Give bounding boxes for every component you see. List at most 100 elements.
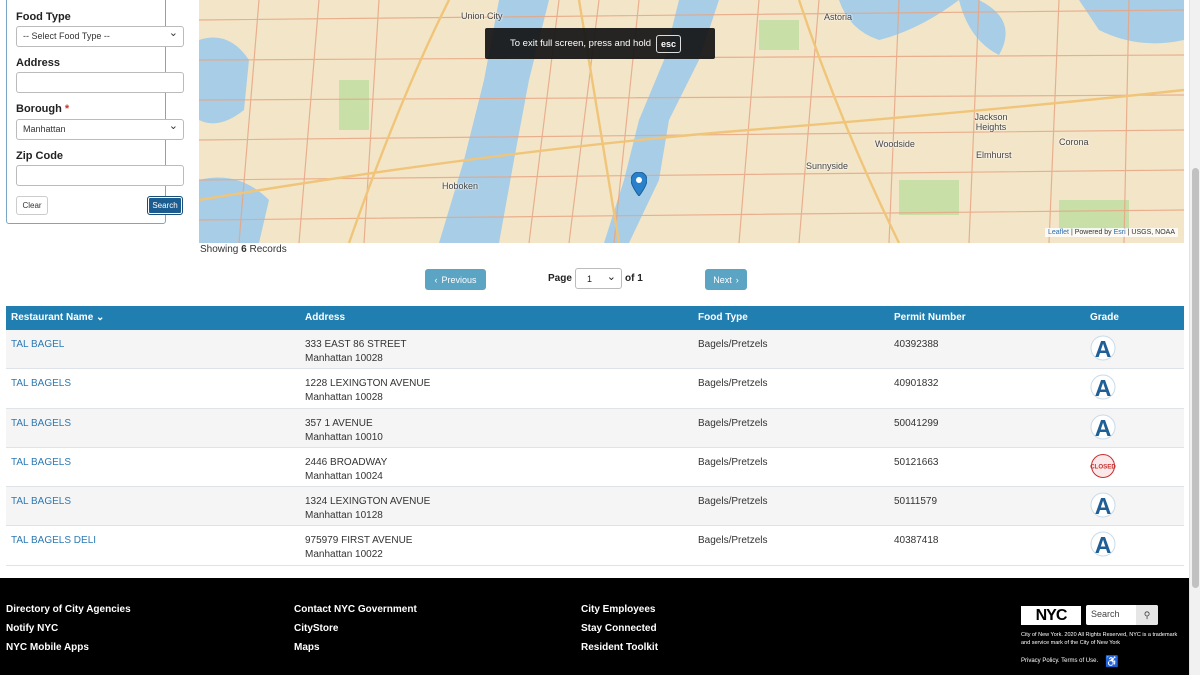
zip-code-input[interactable] [16,165,184,186]
food-type-cell: Bagels/Pretzels [698,417,768,429]
leaflet-link[interactable]: Leaflet [1048,229,1069,236]
clear-button[interactable]: Clear [16,196,48,215]
borough-label: Borough * [16,103,69,115]
food-type-label: Food Type [16,11,71,23]
map-marker-icon[interactable] [631,172,647,196]
address-cell: 357 1 AVENUE Manhattan 10010 [305,417,383,445]
search-panel: Food Type -- Select Food Type -- Address… [6,0,184,224]
copyright-text: City of New York. 2020 All Rights Reserv… [1021,632,1178,646]
table-row: TAL BAGELS DELI 975979 FIRST AVENUE Manhat… [6,526,1184,566]
footer-link-mobile-apps[interactable]: NYC Mobile Apps [6,642,89,653]
grade-closed-text: CLOSED [1090,463,1116,470]
search-icon[interactable]: ⚲ [1136,605,1158,625]
restaurant-name-link[interactable]: TAL BAGELS DELI [11,534,96,548]
restaurant-name-link[interactable]: TAL BAGELS [11,377,71,391]
scrollbar-thumb[interactable] [1192,168,1199,588]
grade-letter: A [1095,375,1112,400]
restaurant-name-link[interactable]: TAL BAGELS [11,495,71,509]
permit-number-cell: 50041299 [894,417,939,429]
esri-link[interactable]: Esri [1114,229,1126,236]
food-type-value: -- Select Food Type -- [23,31,110,41]
map-label-woodside: Woodside [875,139,915,149]
chevron-right-icon: › [735,274,739,285]
restaurant-name-link[interactable]: TAL BAGELS [11,417,71,431]
address-street: 1228 LEXINGTON AVENUE [305,378,431,390]
footer-link-directory[interactable]: Directory of City Agencies [6,604,131,615]
zip-code-label: Zip Code [16,150,64,162]
footer-link-resident-toolkit[interactable]: Resident Toolkit [581,642,658,653]
accessibility-icon[interactable]: ♿ [1105,655,1119,668]
restaurant-name-link[interactable]: TAL BAGEL [11,338,64,352]
grade-letter: A [1095,336,1112,361]
permit-number-cell: 40392388 [894,339,939,350]
address-cell: 975979 FIRST AVENUE Manhattan 10022 [305,534,412,562]
page-scrollbar[interactable] [1189,0,1200,675]
grade-closed-icon: CLOSED [1090,453,1116,478]
page-of-label: of 1 [625,273,643,284]
footer: Directory of City Agencies Notify NYC NY… [0,578,1189,675]
address-street: 357 1 AVENUE [305,417,373,429]
restaurant-name-link[interactable]: TAL BAGELS [11,456,71,470]
footer-link-stay-connected[interactable]: Stay Connected [581,623,657,634]
grade-a-icon: A [1090,374,1116,400]
food-type-cell: Bagels/Pretzels [698,535,768,547]
food-type-cell: Bagels/Pretzels [698,496,768,508]
table-body: TAL BAGEL 333 EAST 86 STREET Manhattan 100… [6,330,1184,566]
map-label-sunnyside: Sunnyside [806,161,849,171]
footer-link-maps[interactable]: Maps [294,642,320,653]
page-select[interactable]: 1 [575,268,622,289]
table-row: TAL BAGELS 1324 LEXINGTON AVENUE Manhattan… [6,487,1184,527]
header-address: Address [305,312,346,323]
sort-chevron-down-icon: ⌄ [96,312,105,323]
map-label-corona: Corona [1059,137,1089,147]
table-row: TAL BAGELS 1228 LEXINGTON AVENUE Manhattan… [6,369,1184,409]
header-permit-number: Permit Number [894,312,966,323]
grade-letter: A [1095,532,1112,557]
address-street: 975979 FIRST AVENUE [305,535,413,547]
permit-number-cell: 50111579 [894,496,938,508]
footer-link-city-employees[interactable]: City Employees [581,604,655,615]
previous-button[interactable]: ‹ Previous [425,269,486,290]
borough-select[interactable]: Manhattan [16,119,184,140]
map-attribution: Leaflet | Powered by Esri | USGS, NOAA [1044,228,1178,237]
map-label-hoboken: Hoboken [442,181,479,191]
showing-count: 6 [241,244,247,255]
page-label: Page [548,273,572,284]
footer-search-input[interactable]: Search ⚲ [1086,605,1158,625]
grade-a-icon: A [1090,335,1116,361]
header-restaurant-name-label: Restaurant Name [11,312,94,323]
footer-link-citystore[interactable]: CityStore [294,623,338,634]
address-borough-zip: Manhattan 10010 [305,431,383,443]
header-grade: Grade [1090,312,1119,323]
privacy-terms-links[interactable]: Privacy Policy. Terms of Use. [1021,658,1098,664]
address-street: 333 EAST 86 STREET [305,339,407,350]
address-borough-zip: Manhattan 10028 [305,392,383,404]
header-restaurant-name[interactable]: Restaurant Name ⌄ [11,312,104,323]
table-row: TAL BAGELS 2446 BROADWAY Manhattan 10024 Ba… [6,448,1184,488]
map-label-jackson-heights: Jackson Heights [974,112,1008,132]
address-street: 2446 BROADWAY [305,456,388,468]
header-food-type: Food Type [698,312,748,323]
permit-number-cell: 40901832 [894,378,939,390]
address-cell: 1228 LEXINGTON AVENUE Manhattan 10028 [305,377,430,405]
address-borough-zip: Manhattan 10028 [305,353,383,364]
address-cell: 1324 LEXINGTON AVENUE Manhattan 10128 [305,495,430,523]
footer-link-contact[interactable]: Contact NYC Government [294,604,417,615]
required-marker: * [64,103,70,115]
address-cell: 2446 BROADWAY Manhattan 10024 [305,456,387,484]
grade-a-icon: A [1090,492,1116,518]
address-cell: 333 EAST 86 STREET Manhattan 10028 [305,338,407,366]
footer-link-notify-nyc[interactable]: Notify NYC [6,623,58,634]
records-count: Showing 6 Records [200,244,287,255]
address-borough-zip: Manhattan 10128 [305,510,383,522]
showing-prefix: Showing [200,244,239,255]
next-label: Next [713,274,732,285]
next-button[interactable]: Next › [705,269,747,290]
food-type-select[interactable]: -- Select Food Type -- [16,26,184,47]
search-button[interactable]: Search [147,196,183,215]
borough-label-text: Borough [16,103,62,115]
address-input[interactable] [16,72,184,93]
permit-number-cell: 40387418 [894,535,939,547]
nyc-logo[interactable]: NYC [1021,606,1081,625]
grade-a-icon: A [1090,414,1116,440]
